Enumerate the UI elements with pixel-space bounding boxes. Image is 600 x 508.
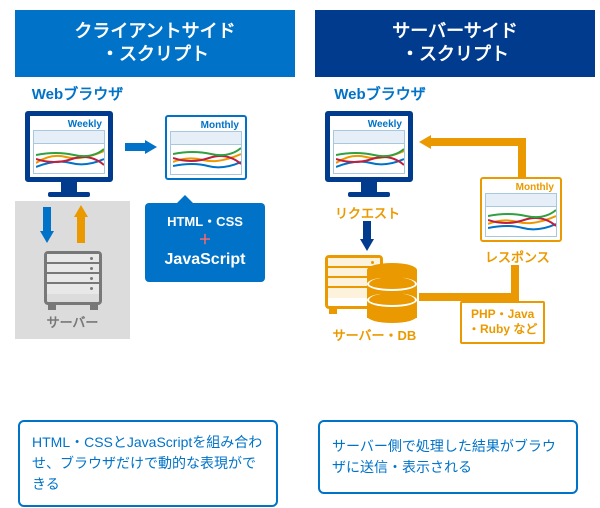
arrow-left-icon [419, 135, 431, 149]
response-path-v [518, 138, 526, 178]
header-text: サーバーサイド [392, 21, 517, 41]
server-icon [44, 251, 102, 310]
request-label: リクエスト [335, 203, 400, 222]
browser-monitor-weekly: Weekly [325, 111, 413, 197]
tech-callout: HTML・CSS ＋ JavaScript [145, 203, 265, 282]
client-header: クライアントサイド ・スクリプト [15, 10, 295, 77]
chart-lines-icon [336, 145, 404, 173]
arrow-right-head [145, 140, 157, 154]
server-header: サーバーサイド ・スクリプト [315, 10, 595, 77]
arrow-down-stem [43, 207, 51, 231]
response-monitor-monthly: Monthly [480, 177, 562, 242]
server-box: サーバー [15, 201, 130, 339]
browser-label: Webブラウザ [20, 83, 135, 104]
browser-monitor-monthly: Monthly [165, 115, 247, 180]
server-footer-text: サーバー側で処理した結果がブラウザに送信・表示される [318, 420, 578, 494]
server-side-panel: サーバーサイド ・スクリプト Webブラウザ Weekly [315, 10, 595, 413]
header-text2: ・スクリプト [101, 44, 209, 64]
client-footer-text: HTML・CSSとJavaScriptを組み合わせ、ブラウザだけで動的な表現がで… [18, 420, 278, 507]
callout-js: JavaScript [165, 251, 246, 268]
server-label: サーバー [23, 312, 122, 331]
arrow-up-stem [77, 217, 85, 243]
chart-label: Weekly [333, 119, 405, 130]
server-response-path-v [511, 265, 519, 301]
browser-monitor-weekly: Weekly [25, 111, 113, 197]
browser-label: Webブラウザ [320, 83, 440, 104]
client-side-panel: クライアントサイド ・スクリプト Webブラウザ Weekly [15, 10, 295, 413]
arrow-down-icon [40, 231, 54, 243]
header-text: クライアントサイド [74, 21, 235, 41]
callout-plus: ＋ [198, 232, 211, 247]
request-arrow-icon [360, 239, 374, 251]
langs1: PHP・Java [471, 307, 534, 321]
server-db-label: サーバー・DB [327, 325, 422, 344]
chart-label: Monthly [485, 182, 557, 193]
chart-label: Weekly [33, 119, 105, 130]
response-label: レスポンス [485, 247, 550, 266]
response-path-h [431, 138, 526, 146]
callout-htmlcss: HTML・CSS [167, 214, 243, 229]
arrow-up-icon [74, 205, 88, 217]
langs2: ・Ruby など [468, 322, 537, 336]
chart-label: Monthly [170, 120, 242, 131]
header-text2: ・スクリプト [401, 44, 509, 64]
database-icon [367, 263, 417, 323]
server-languages-box: PHP・Java ・Ruby など [460, 301, 545, 344]
server-response-path-h [419, 293, 519, 301]
chart-lines-icon [488, 208, 556, 236]
chart-lines-icon [36, 145, 104, 173]
request-arrow-stem [363, 221, 371, 239]
chart-lines-icon [173, 146, 241, 174]
arrow-right-icon [125, 143, 145, 151]
